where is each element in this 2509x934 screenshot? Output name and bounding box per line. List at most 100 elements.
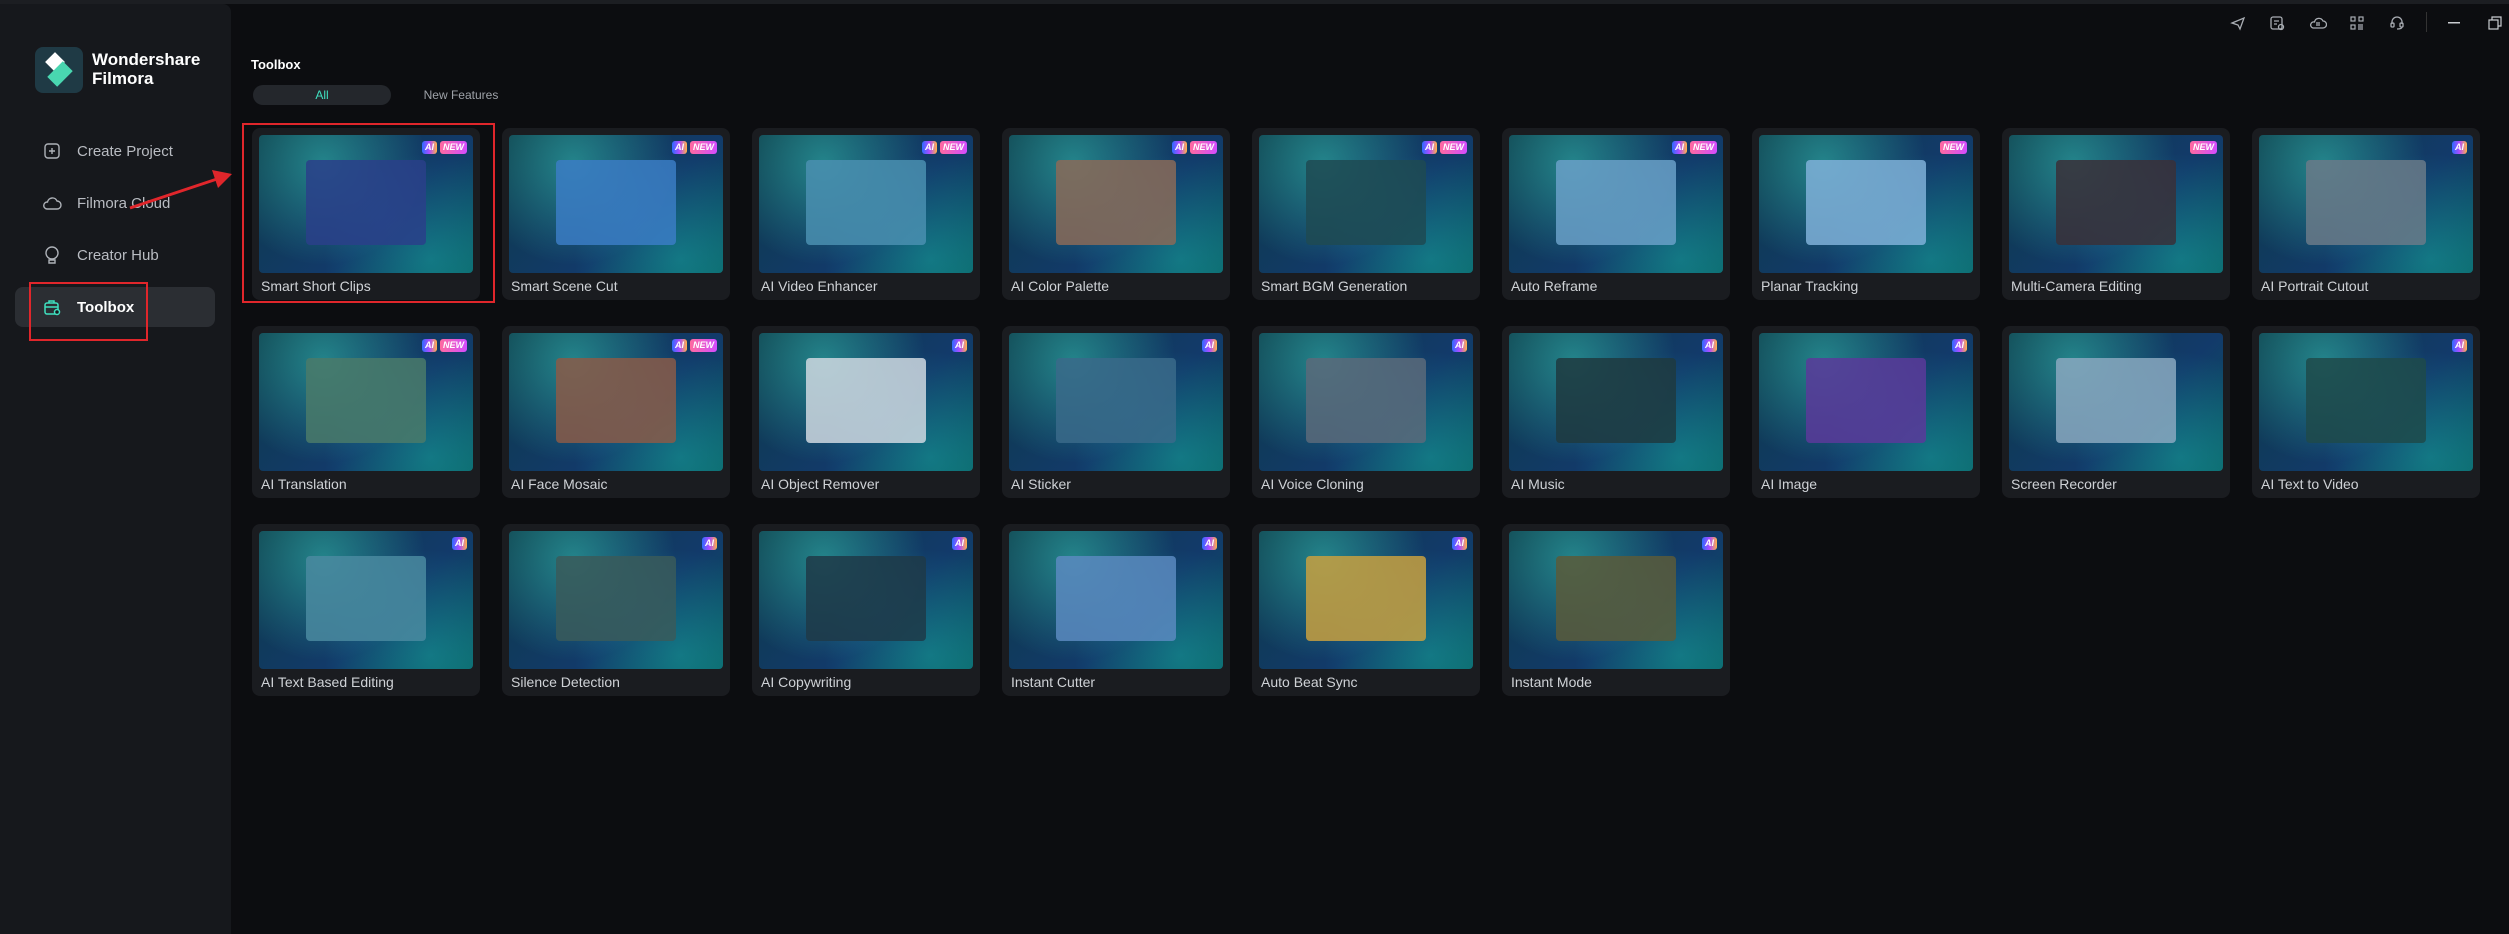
minimize-icon[interactable] [2444, 12, 2466, 34]
tool-label: AI Object Remover [761, 476, 880, 492]
cloud-icon [42, 193, 62, 213]
send-feedback-icon[interactable] [2227, 12, 2249, 34]
tool-thumbnail: AI NEW [509, 135, 723, 273]
tool-card-ai-video-enhancer[interactable]: AI NEW AI Video Enhancer [752, 128, 980, 300]
tool-label: AI Face Mosaic [511, 476, 608, 492]
tool-card-ai-music[interactable]: AI AI Music [1502, 326, 1730, 498]
tool-label: AI Music [1511, 476, 1565, 492]
tool-label: AI Copywriting [761, 674, 852, 690]
tool-thumbnail: AI NEW [759, 135, 973, 273]
tool-thumbnail: AI NEW [1259, 135, 1473, 273]
ai-badge: AI [2452, 339, 2467, 352]
tool-card-screen-recorder[interactable]: Screen Recorder [2002, 326, 2230, 498]
ai-badge: AI [422, 339, 437, 352]
tool-card-auto-reframe[interactable]: AI NEW Auto Reframe [1502, 128, 1730, 300]
tool-label: AI Color Palette [1011, 278, 1110, 294]
tool-card-ai-text-based-editing[interactable]: AI AI Text Based Editing [252, 524, 480, 696]
tool-label: Smart Short Clips [261, 278, 371, 294]
tool-thumbnail: AI [1259, 531, 1473, 669]
sidebar-item-filmora-cloud[interactable]: Filmora Cloud [15, 183, 215, 223]
tool-card-ai-color-palette[interactable]: AI NEW AI Color Palette [1002, 128, 1230, 300]
tool-thumbnail: AI [1509, 333, 1723, 471]
tool-card-ai-text-to-video[interactable]: AI AI Text to Video [2252, 326, 2480, 498]
apps-grid-icon[interactable] [2346, 12, 2368, 34]
new-badge: NEW [2190, 141, 2217, 154]
tool-thumbnail: NEW [1759, 135, 1973, 273]
tool-card-ai-portrait-cutout[interactable]: AI AI Portrait Cutout [2252, 128, 2480, 300]
tool-label: AI Sticker [1011, 476, 1071, 492]
sidebar-item-create-project[interactable]: Create Project [15, 131, 215, 171]
ai-badge: AI [1702, 339, 1717, 352]
new-badge: NEW [1440, 141, 1467, 154]
tool-label: Instant Cutter [1011, 674, 1096, 690]
tool-thumbnail: AI [259, 531, 473, 669]
tool-card-ai-sticker[interactable]: AI AI Sticker [1002, 326, 1230, 498]
tool-card-planar-tracking[interactable]: NEW Planar Tracking [1752, 128, 1980, 300]
tool-label: AI Voice Cloning [1261, 476, 1364, 492]
restore-icon[interactable] [2484, 12, 2506, 34]
brand-name: Wondershare Filmora [92, 50, 201, 88]
ai-badge: AI [452, 537, 467, 550]
tool-card-instant-mode[interactable]: AI Instant Mode [1502, 524, 1730, 696]
titlebar-divider [2426, 12, 2427, 32]
lightbulb-icon [42, 245, 62, 265]
ai-badge: AI [1422, 141, 1437, 154]
tool-label: AI Image [1761, 476, 1818, 492]
tool-label: AI Video Enhancer [761, 278, 878, 294]
sidebar-item-toolbox[interactable]: Toolbox [15, 287, 215, 327]
tool-thumbnail: AI [2259, 333, 2473, 471]
ai-badge: AI [1952, 339, 1967, 352]
new-badge: NEW [690, 141, 717, 154]
tool-thumbnail: AI NEW [1009, 135, 1223, 273]
ai-badge: AI [952, 339, 967, 352]
new-badge: NEW [690, 339, 717, 352]
ai-badge: AI [1202, 537, 1217, 550]
ai-badge: AI [952, 537, 967, 550]
tool-card-instant-cutter[interactable]: AI Instant Cutter [1002, 524, 1230, 696]
tool-thumbnail: AI NEW [259, 135, 473, 273]
tool-label: Smart Scene Cut [511, 278, 618, 294]
tool-thumbnail: AI [1759, 333, 1973, 471]
tool-card-multi-camera-editing[interactable]: NEW Multi-Camera Editing [2002, 128, 2230, 300]
ai-badge: AI [922, 141, 937, 154]
cloud-sync-icon[interactable] [2307, 12, 2329, 34]
tool-thumbnail: AI [1259, 333, 1473, 471]
tool-card-ai-voice-cloning[interactable]: AI AI Voice Cloning [1252, 326, 1480, 498]
ai-badge: AI [702, 537, 717, 550]
tool-thumbnail: AI NEW [509, 333, 723, 471]
tool-label: AI Text Based Editing [261, 674, 394, 690]
new-badge: NEW [1190, 141, 1217, 154]
new-badge: NEW [440, 339, 467, 352]
tool-thumbnail: AI [1009, 333, 1223, 471]
tool-label: Auto Beat Sync [1261, 674, 1358, 690]
tool-card-smart-bgm-generation[interactable]: AI NEW Smart BGM Generation [1252, 128, 1480, 300]
tool-card-smart-scene-cut[interactable]: AI NEW Smart Scene Cut [502, 128, 730, 300]
tool-card-silence-detection[interactable]: AI Silence Detection [502, 524, 730, 696]
sidebar-item-creator-hub[interactable]: Creator Hub [15, 235, 215, 275]
tool-label: Instant Mode [1511, 674, 1592, 690]
tool-card-ai-copywriting[interactable]: AI AI Copywriting [752, 524, 980, 696]
tool-card-ai-image[interactable]: AI AI Image [1752, 326, 1980, 498]
tool-label: Silence Detection [511, 674, 620, 690]
tool-label: Auto Reframe [1511, 278, 1598, 294]
tool-card-ai-object-remover[interactable]: AI AI Object Remover [752, 326, 980, 498]
tab-all[interactable]: All [253, 85, 391, 105]
task-list-icon[interactable] [2266, 12, 2288, 34]
tool-card-ai-face-mosaic[interactable]: AI NEW AI Face Mosaic [502, 326, 730, 498]
headset-support-icon[interactable] [2386, 12, 2408, 34]
tab-new-features[interactable]: New Features [406, 85, 516, 105]
tool-card-auto-beat-sync[interactable]: AI Auto Beat Sync [1252, 524, 1480, 696]
tool-card-smart-short-clips[interactable]: AI NEW Smart Short Clips [252, 128, 480, 300]
ai-badge: AI [672, 141, 687, 154]
tool-label: Planar Tracking [1761, 278, 1859, 294]
ai-badge: AI [1452, 537, 1467, 550]
ai-badge: AI [2452, 141, 2467, 154]
tool-label: Smart BGM Generation [1261, 278, 1408, 294]
tool-card-ai-translation[interactable]: AI NEW AI Translation [252, 326, 480, 498]
tool-label: AI Text to Video [2261, 476, 2359, 492]
tool-label: AI Portrait Cutout [2261, 278, 2369, 294]
new-badge: NEW [1940, 141, 1967, 154]
tool-thumbnail: NEW [2009, 135, 2223, 273]
tool-thumbnail: AI [759, 333, 973, 471]
tool-label: Screen Recorder [2011, 476, 2117, 492]
